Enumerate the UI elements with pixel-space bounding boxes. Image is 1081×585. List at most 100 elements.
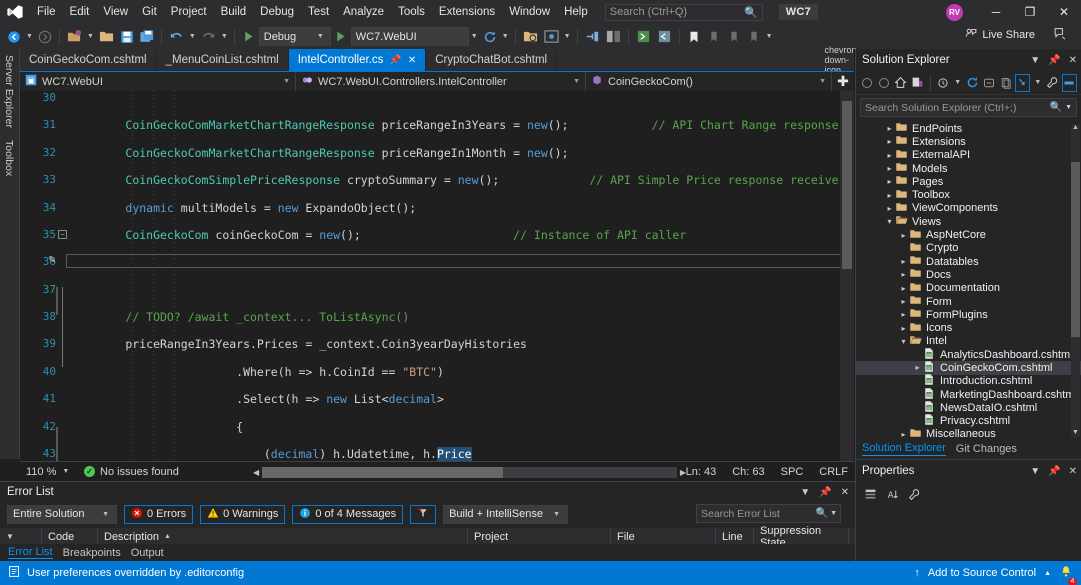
tree-item[interactable]: ▸ Miscellaneous	[856, 428, 1081, 439]
chevron-right-icon[interactable]: ▸	[898, 297, 909, 306]
toggle-bookmark-icon[interactable]	[684, 26, 704, 48]
tree-item[interactable]: ▸ Docs	[856, 268, 1081, 281]
hot-reload-icon[interactable]	[480, 26, 500, 48]
tree-item[interactable]: ▸ Extensions	[856, 135, 1081, 148]
chevron-right-icon[interactable]: ▸	[884, 137, 895, 146]
collapse-all-icon[interactable]	[982, 74, 997, 92]
chevron-right-icon[interactable]: ▸	[898, 231, 909, 240]
column-header-blank[interactable]: ▼	[0, 527, 42, 546]
code-editor[interactable]: − − 3031 CoinGeckoComMarketChartRangeRes…	[20, 91, 854, 461]
navigate-forward-icon[interactable]	[35, 26, 55, 48]
editor-vertical-scrollbar[interactable]	[840, 91, 854, 461]
toolbar-overflow[interactable]: ▼	[764, 33, 775, 40]
errors-filter-button[interactable]: 0 Errors	[124, 504, 194, 524]
column-header-suppression-state[interactable]: Suppression State	[754, 525, 849, 549]
send-feedback-icon[interactable]	[1053, 27, 1067, 43]
code-line[interactable]: 30	[20, 91, 854, 105]
error-scope-select[interactable]: Entire Solution ▼	[7, 504, 117, 524]
tab-cryptochatbot-cshtml[interactable]: CryptoChatBot.cshtml	[426, 49, 558, 71]
sidebar-item-toolbox[interactable]: Toolbox	[0, 134, 18, 182]
menu-file[interactable]: File	[30, 0, 63, 24]
live-preview-icon[interactable]	[541, 26, 562, 48]
add-to-source-control-button[interactable]: Add to Source Control	[928, 567, 1036, 579]
menu-extensions[interactable]: Extensions	[432, 0, 502, 24]
tree-item[interactable]: ▸ AspNetCore	[856, 228, 1081, 241]
column-header-file[interactable]: File	[611, 527, 716, 546]
tree-item[interactable]: ▸ EndPoints	[856, 122, 1081, 135]
code-line[interactable]: 33 CoinGeckoComSimplePriceResponse crypt…	[20, 173, 854, 187]
properties-icon[interactable]	[905, 485, 923, 503]
code-line[interactable]: 39 priceRangeIn3Years.Prices = _context.…	[20, 337, 854, 351]
uncomment-selection-icon[interactable]	[654, 26, 675, 48]
close-icon[interactable]: ✕	[1069, 55, 1077, 66]
tab-breakpoints[interactable]: Breakpoints	[63, 547, 121, 559]
clear-bookmarks-icon[interactable]	[744, 26, 764, 48]
quick-search-input[interactable]: Search (Ctrl+Q) 🔍	[604, 3, 763, 21]
filter-dropdown[interactable]: ▼	[952, 79, 963, 86]
hot-reload-dropdown[interactable]: ▼	[500, 33, 511, 40]
tree-item[interactable]: ▸ ViewComponents	[856, 202, 1081, 215]
minimize-button[interactable]: ─	[979, 0, 1013, 24]
chevron-right-icon[interactable]: ▸	[898, 430, 909, 439]
navbar-project-select[interactable]: ▣ WC7.WebUI ▼	[20, 72, 296, 91]
scroll-left-icon[interactable]: ◀	[250, 468, 262, 477]
chevron-right-icon[interactable]: ▸	[884, 177, 895, 186]
tab-coingeckocom-cshtml[interactable]: CoinGeckoCom.cshtml	[20, 49, 157, 71]
close-icon[interactable]: ✕	[841, 487, 849, 498]
code-line[interactable]: 35 CoinGeckoCom coinGeckoCom = new(); //…	[20, 228, 854, 242]
tree-item[interactable]: @ Privacy.cshtml	[856, 414, 1081, 428]
view-code-icon[interactable]	[1015, 73, 1031, 92]
pin-icon[interactable]: 📌	[1048, 466, 1060, 477]
panel-menu-icon[interactable]: ▼	[800, 487, 810, 498]
tree-item[interactable]: ▸ Models	[856, 162, 1081, 175]
forward-icon[interactable]	[877, 74, 892, 92]
build-scope-select[interactable]: Build + IntelliSense ▼	[443, 504, 569, 524]
select-folder-icon[interactable]	[520, 26, 541, 48]
tree-item[interactable]: ▸ Toolbox	[856, 188, 1081, 201]
code-line[interactable]: 41 .Select(h => new List<decimal>	[20, 392, 854, 406]
start-project-play-icon[interactable]	[331, 26, 351, 48]
view-code-dropdown[interactable]: ▼	[1032, 79, 1043, 86]
home-icon[interactable]	[893, 74, 908, 92]
chevron-down-icon[interactable]: ▼	[1065, 104, 1072, 111]
save-all-icon[interactable]	[137, 26, 157, 48]
notifications-button[interactable]: 4	[1059, 565, 1077, 585]
close-button[interactable]: ✕	[1047, 0, 1081, 24]
menu-build[interactable]: Build	[214, 0, 254, 24]
hscroll-track[interactable]	[262, 466, 677, 478]
maximize-button[interactable]: ❐	[1013, 0, 1047, 24]
zoom-level-select[interactable]: 110 % ▼	[20, 466, 72, 478]
scroll-thumb[interactable]	[1071, 162, 1080, 337]
source-control-caret-icon[interactable]: ▲	[1044, 570, 1051, 577]
chevron-right-icon[interactable]: ▸	[898, 270, 909, 279]
tree-item[interactable]: ▸ ExternalAPI	[856, 149, 1081, 162]
tab-git-changes[interactable]: Git Changes	[956, 443, 1017, 455]
tree-item[interactable]: ▾ Intel	[856, 335, 1081, 348]
tree-item[interactable]: @ NewsDataIO.cshtml	[856, 401, 1081, 414]
tree-item[interactable]: @ Introduction.cshtml	[856, 374, 1081, 388]
compare-files-icon[interactable]	[603, 26, 624, 48]
code-line[interactable]: 36	[20, 255, 854, 269]
refresh-icon[interactable]	[965, 74, 980, 92]
navigate-backward-icon[interactable]	[4, 26, 24, 48]
editor-horizontal-scrollbar[interactable]: ◀ ▶	[250, 466, 689, 478]
chevron-right-icon[interactable]: ▸	[884, 151, 895, 160]
messages-filter-button[interactable]: 0 of 4 Messages	[292, 504, 404, 524]
new-project-icon[interactable]	[64, 26, 85, 48]
clear-filter-button[interactable]	[410, 504, 437, 524]
next-bookmark-icon[interactable]	[724, 26, 744, 48]
alphabetical-icon[interactable]: A	[883, 485, 901, 503]
chevron-down-icon[interactable]: ▼	[830, 510, 837, 517]
chevron-down-icon[interactable]: ▾	[884, 217, 895, 226]
code-line[interactable]: 38 // TODO? /await _context... ToListAsy…	[20, 310, 854, 324]
chevron-right-icon[interactable]: ▸	[898, 324, 909, 333]
tree-item[interactable]: ▾ Views	[856, 215, 1081, 228]
code-line[interactable]: 40 .Where(h => h.CoinId == "BTC")	[20, 365, 854, 379]
code-lines[interactable]: 30 31 CoinGeckoComMarketChartRangeRespons…	[20, 91, 854, 461]
menu-debug[interactable]: Debug	[253, 0, 301, 24]
panel-menu-icon[interactable]: ▼	[1030, 466, 1040, 477]
tree-item[interactable]: @ AnalyticsDashboard.cshtml	[856, 347, 1081, 361]
chevron-right-icon[interactable]: ▸	[898, 257, 909, 266]
pending-changes-filter-icon[interactable]	[936, 74, 951, 92]
back-icon[interactable]	[860, 74, 875, 92]
